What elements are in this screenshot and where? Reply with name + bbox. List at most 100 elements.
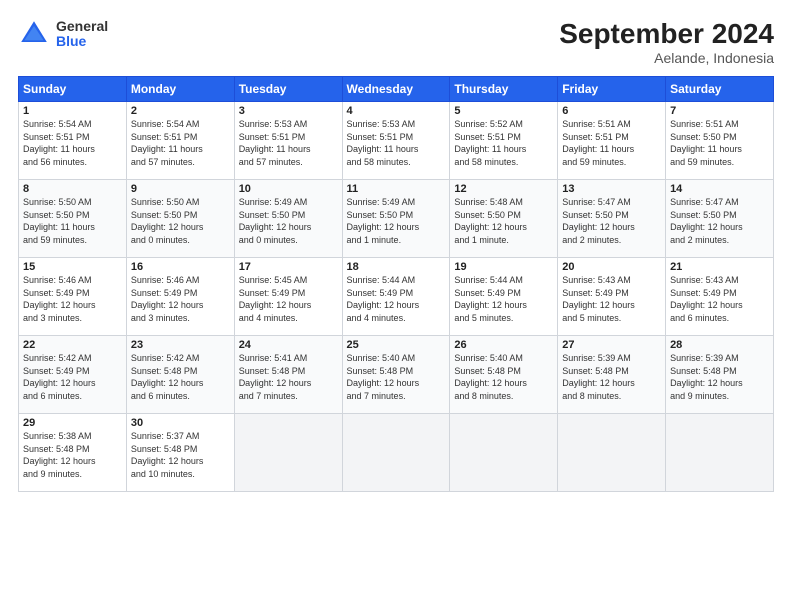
calendar-subtitle: Aelande, Indonesia [559,50,774,66]
calendar-cell: 15Sunrise: 5:46 AM Sunset: 5:49 PM Dayli… [19,258,127,336]
day-number: 20 [562,261,661,273]
col-friday: Friday [558,77,666,102]
day-info: Sunrise: 5:48 AM Sunset: 5:50 PM Dayligh… [454,197,527,245]
day-info: Sunrise: 5:50 AM Sunset: 5:50 PM Dayligh… [131,197,204,245]
day-info: Sunrise: 5:54 AM Sunset: 5:51 PM Dayligh… [23,119,95,167]
calendar-cell: 2 Sunrise: 5:54 AM Sunset: 5:51 PM Daylig… [126,102,234,180]
calendar-cell: 8 Sunrise: 5:50 AM Sunset: 5:50 PM Daylig… [19,180,127,258]
calendar-cell: 7Sunrise: 5:51 AM Sunset: 5:50 PM Daylig… [666,102,774,180]
day-info: Sunrise: 5:44 AM Sunset: 5:49 PM Dayligh… [454,275,527,323]
day-number: 21 [670,261,769,273]
day-info: Sunrise: 5:52 AM Sunset: 5:51 PM Dayligh… [454,119,526,167]
day-number: 19 [454,261,553,273]
calendar-cell: 19 Sunrise: 5:44 AM Sunset: 5:49 PM Dayli… [450,258,558,336]
calendar-title: September 2024 [559,18,774,50]
calendar-cell: 25Sunrise: 5:40 AM Sunset: 5:48 PM Dayli… [342,336,450,414]
day-number: 12 [454,183,553,195]
day-info: Sunrise: 5:51 AM Sunset: 5:50 PM Dayligh… [670,119,742,167]
calendar-cell: 29 Sunrise: 5:38 AM Sunset: 5:48 PM Dayli… [19,414,127,492]
calendar-cell: 12 Sunrise: 5:48 AM Sunset: 5:50 PM Dayli… [450,180,558,258]
header-row: Sunday Monday Tuesday Wednesday Thursday… [19,77,774,102]
day-number: 10 [239,183,338,195]
col-saturday: Saturday [666,77,774,102]
calendar-cell [450,414,558,492]
day-info: Sunrise: 5:42 AM Sunset: 5:48 PM Dayligh… [131,353,204,401]
calendar-cell: 5 Sunrise: 5:52 AM Sunset: 5:51 PM Daylig… [450,102,558,180]
col-wednesday: Wednesday [342,77,450,102]
day-number: 13 [562,183,661,195]
calendar-cell: 24 Sunrise: 5:41 AM Sunset: 5:48 PM Dayli… [234,336,342,414]
calendar-cell: 14 Sunrise: 5:47 AM Sunset: 5:50 PM Dayli… [666,180,774,258]
calendar-cell: 1 Sunrise: 5:54 AM Sunset: 5:51 PM Daylig… [19,102,127,180]
day-info: Sunrise: 5:41 AM Sunset: 5:48 PM Dayligh… [239,353,312,401]
week-row-3: 15 Sunrise: 5:46 AM Sunset: 5:49 PM Dayli… [19,258,774,336]
day-number: 14 [670,183,769,195]
col-tuesday: Tuesday [234,77,342,102]
calendar-cell: 17 Sunrise: 5:45 AM Sunset: 5:49 PM Dayli… [234,258,342,336]
calendar-cell: 6 Sunrise: 5:51 AM Sunset: 5:51 PM Daylig… [558,102,666,180]
day-info: Sunrise: 5:54 AM Sunset: 5:51 PM Dayligh… [131,119,203,167]
day-number: 26 [454,339,553,351]
day-number: 29 [23,417,122,429]
day-number: 24 [239,339,338,351]
logo-icon [18,18,50,50]
day-number: 30 [131,417,230,429]
page: General Blue September 2024 Aelande, Ind… [0,0,792,612]
day-number: 2 [131,105,230,117]
day-number: 16 [131,261,230,273]
calendar-cell: 20 Sunrise: 5:43 AM Sunset: 5:49 PM Dayli… [558,258,666,336]
logo-text: General Blue [56,19,108,50]
day-number: 17 [239,261,338,273]
calendar-cell: 26 Sunrise: 5:40 AM Sunset: 5:48 PM Dayli… [450,336,558,414]
day-info: Sunrise: 5:49 AM Sunset: 5:50 PM Dayligh… [239,197,312,245]
day-number: 1 [23,105,122,117]
day-info: Sunrise: 5:53 AM Sunset: 5:51 PM Dayligh… [239,119,311,167]
week-row-1: 1 Sunrise: 5:54 AM Sunset: 5:51 PM Daylig… [19,102,774,180]
day-info: Sunrise: 5:51 AM Sunset: 5:51 PM Dayligh… [562,119,634,167]
calendar-cell: 9 Sunrise: 5:50 AM Sunset: 5:50 PM Daylig… [126,180,234,258]
title-block: September 2024 Aelande, Indonesia [559,18,774,66]
day-number: 27 [562,339,661,351]
day-info: Sunrise: 5:43 AM Sunset: 5:49 PM Dayligh… [670,275,743,323]
week-row-5: 29 Sunrise: 5:38 AM Sunset: 5:48 PM Dayli… [19,414,774,492]
day-number: 15 [23,261,122,273]
calendar-cell [342,414,450,492]
day-number: 9 [131,183,230,195]
header: General Blue September 2024 Aelande, Ind… [18,18,774,66]
day-info: Sunrise: 5:38 AM Sunset: 5:48 PM Dayligh… [23,431,96,479]
calendar-table: Sunday Monday Tuesday Wednesday Thursday… [18,76,774,492]
day-info: Sunrise: 5:44 AM Sunset: 5:49 PM Dayligh… [347,275,420,323]
day-info: Sunrise: 5:40 AM Sunset: 5:48 PM Dayligh… [454,353,527,401]
week-row-4: 22Sunrise: 5:42 AM Sunset: 5:49 PM Dayli… [19,336,774,414]
calendar-cell: 18Sunrise: 5:44 AM Sunset: 5:49 PM Dayli… [342,258,450,336]
calendar-cell [558,414,666,492]
day-info: Sunrise: 5:39 AM Sunset: 5:48 PM Dayligh… [670,353,743,401]
day-info: Sunrise: 5:43 AM Sunset: 5:49 PM Dayligh… [562,275,635,323]
calendar-cell: 28Sunrise: 5:39 AM Sunset: 5:48 PM Dayli… [666,336,774,414]
calendar-cell: 27Sunrise: 5:39 AM Sunset: 5:48 PM Dayli… [558,336,666,414]
day-info: Sunrise: 5:46 AM Sunset: 5:49 PM Dayligh… [131,275,204,323]
col-monday: Monday [126,77,234,102]
day-info: Sunrise: 5:49 AM Sunset: 5:50 PM Dayligh… [347,197,420,245]
day-info: Sunrise: 5:50 AM Sunset: 5:50 PM Dayligh… [23,197,95,245]
day-number: 3 [239,105,338,117]
logo: General Blue [18,18,108,50]
day-number: 6 [562,105,661,117]
calendar-cell: 23Sunrise: 5:42 AM Sunset: 5:48 PM Dayli… [126,336,234,414]
day-number: 25 [347,339,446,351]
day-number: 4 [347,105,446,117]
calendar-cell: 22Sunrise: 5:42 AM Sunset: 5:49 PM Dayli… [19,336,127,414]
day-info: Sunrise: 5:42 AM Sunset: 5:49 PM Dayligh… [23,353,96,401]
calendar-cell: 30 Sunrise: 5:37 AM Sunset: 5:48 PM Dayli… [126,414,234,492]
col-thursday: Thursday [450,77,558,102]
day-info: Sunrise: 5:37 AM Sunset: 5:48 PM Dayligh… [131,431,204,479]
day-info: Sunrise: 5:47 AM Sunset: 5:50 PM Dayligh… [670,197,743,245]
calendar-cell [234,414,342,492]
calendar-cell: 11Sunrise: 5:49 AM Sunset: 5:50 PM Dayli… [342,180,450,258]
calendar-cell [666,414,774,492]
day-info: Sunrise: 5:53 AM Sunset: 5:51 PM Dayligh… [347,119,419,167]
day-number: 5 [454,105,553,117]
day-info: Sunrise: 5:45 AM Sunset: 5:49 PM Dayligh… [239,275,312,323]
col-sunday: Sunday [19,77,127,102]
day-number: 8 [23,183,122,195]
